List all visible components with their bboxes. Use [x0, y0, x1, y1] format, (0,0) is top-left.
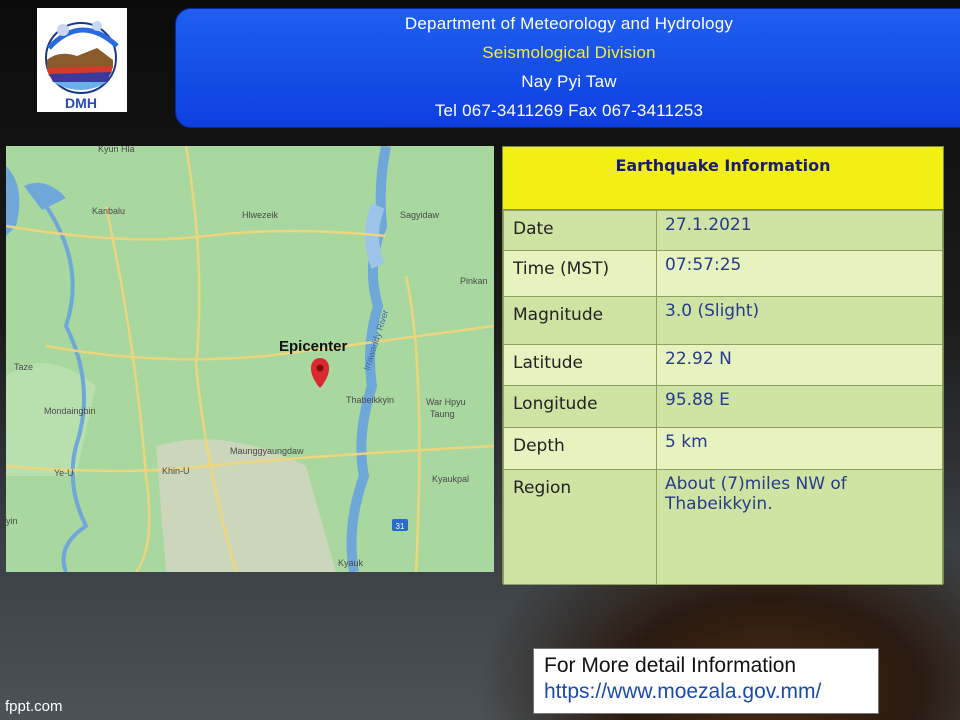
info-row-longitude: Longitude 95.88 E [503, 385, 943, 428]
city-name: Nay Pyi Taw [521, 72, 617, 91]
place-khin-u: Khin-U [162, 466, 190, 476]
info-value: 07:57:25 [656, 250, 943, 297]
more-info-text: For More detail Information [544, 654, 797, 677]
place-hlwezeik: Hlwezeik [242, 210, 279, 220]
info-label: Depth [503, 427, 657, 470]
highway-number: 31 [396, 522, 405, 531]
more-info-box: For More detail Information https://www.… [533, 648, 879, 714]
place-sagyidaw: Sagyidaw [400, 210, 440, 220]
info-row-magnitude: Magnitude 3.0 (Slight) [503, 296, 943, 345]
epicenter-map[interactable]: 31 Kyun Hla Kanbalu Hlwezeik Sagyidaw Pi… [6, 146, 494, 572]
dmh-logo-text: DMH [65, 95, 97, 111]
place-kyaukpal: Kyaukpal [432, 474, 469, 484]
earthquake-info-panel: Earthquake Information Date 27.1.2021 Ti… [502, 146, 944, 585]
place-taung: Taung [430, 409, 455, 419]
info-row-date: Date 27.1.2021 [503, 210, 943, 251]
info-label: Magnitude [503, 296, 657, 345]
place-left-edge: yin [6, 516, 18, 526]
info-label: Time (MST) [503, 250, 657, 297]
place-maunggyaungdaw: Maunggyaungdaw [230, 446, 304, 456]
info-value: 22.92 N [656, 344, 943, 386]
place-thabeikkyin: Thabeikkyin [346, 395, 394, 405]
place-kyun-hla: Kyun Hla [98, 146, 135, 154]
info-value: 95.88 E [656, 385, 943, 428]
info-row-time: Time (MST) 07:57:25 [503, 250, 943, 297]
info-row-depth: Depth 5 km [503, 427, 943, 470]
moezala-link[interactable]: https://www.moezala.gov.mm/ [544, 680, 868, 704]
info-value: 5 km [656, 427, 943, 470]
map-canvas: 31 Kyun Hla Kanbalu Hlwezeik Sagyidaw Pi… [6, 146, 494, 572]
info-label: Region [503, 469, 657, 585]
info-table: Date 27.1.2021 Time (MST) 07:57:25 Magni… [503, 210, 943, 585]
place-kanbalu: Kanbalu [92, 206, 125, 216]
info-label: Longitude [503, 385, 657, 428]
info-label: Latitude [503, 344, 657, 386]
place-ye-u: Ye-U [54, 468, 74, 478]
contact-info: Tel 067-3411269 Fax 067-3411253 [434, 101, 704, 120]
fppt-watermark: fppt.com [5, 698, 63, 715]
info-row-latitude: Latitude 22.92 N [503, 344, 943, 386]
place-war-hpyu: War Hpyu [426, 397, 466, 407]
info-value: About (7)miles NW of Thabeikkyin. [656, 469, 943, 585]
info-title: Earthquake Information [503, 147, 943, 210]
division-name: Seismological Division [482, 43, 656, 62]
place-pinkan: Pinkan [460, 276, 488, 286]
info-label: Date [503, 210, 657, 251]
info-value: 3.0 (Slight) [656, 296, 943, 345]
info-value: 27.1.2021 [656, 210, 943, 251]
place-taze: Taze [14, 362, 33, 372]
epicenter-label: Epicenter [279, 338, 348, 355]
info-row-region: Region About (7)miles NW of Thabeikkyin. [503, 469, 943, 585]
dmh-logo: DMH [37, 8, 127, 112]
department-name: Department of Meteorology and Hydrology [404, 14, 734, 33]
place-mondaingbin: Mondaingbin [44, 406, 96, 416]
header-banner: Department of Meteorology and Hydrology … [175, 8, 960, 128]
place-kyauk: Kyauk [338, 558, 364, 568]
dmh-logo-graphic: DMH [45, 21, 119, 111]
